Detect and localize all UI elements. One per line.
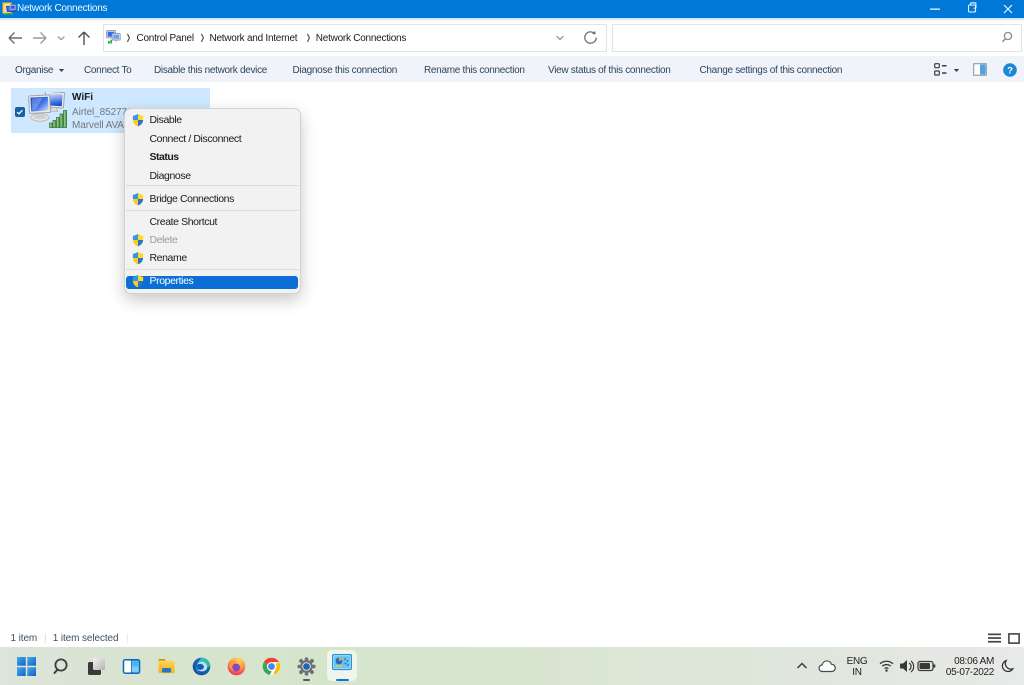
svg-text:?: ? xyxy=(1007,65,1013,76)
